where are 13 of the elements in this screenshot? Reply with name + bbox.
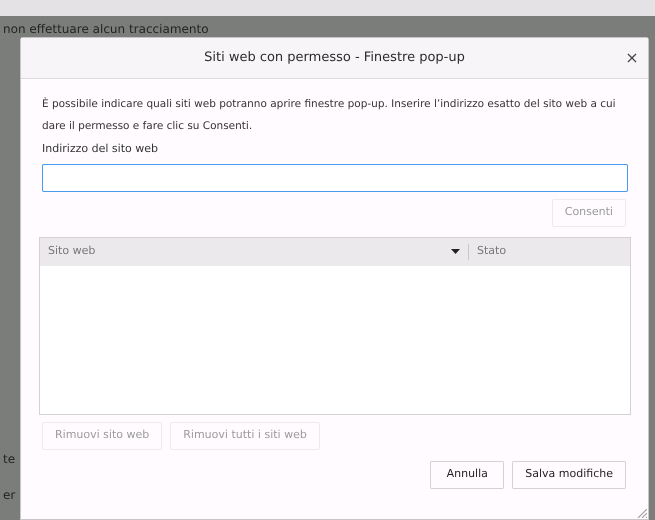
address-input-field[interactable] — [42, 164, 628, 192]
address-label: Indirizzo del sito web — [42, 141, 158, 157]
description-text: È possibile indicare quali siti web potranno aprire finestre pop-up. Inserire l’indirizzo esatto del sito web a cui dare il permesso e fare clic su Consenti. — [42, 96, 617, 134]
background-text: er — [3, 488, 16, 502]
dialog-button[interactable]: Annulla — [430, 460, 504, 488]
dialog-button[interactable]: Salva modifiche — [512, 460, 626, 488]
background-text: non effettuare alcun tracciamento — [3, 22, 209, 36]
column-header[interactable]: Sito web — [40, 244, 468, 260]
background-text: te — [3, 452, 16, 466]
resize-grip-icon[interactable] — [637, 508, 647, 518]
close-button[interactable]: × — [622, 48, 642, 68]
dialog-title: Siti web con permesso - Finestre pop-up — [204, 49, 465, 68]
column-header[interactable]: Stato — [468, 244, 630, 260]
